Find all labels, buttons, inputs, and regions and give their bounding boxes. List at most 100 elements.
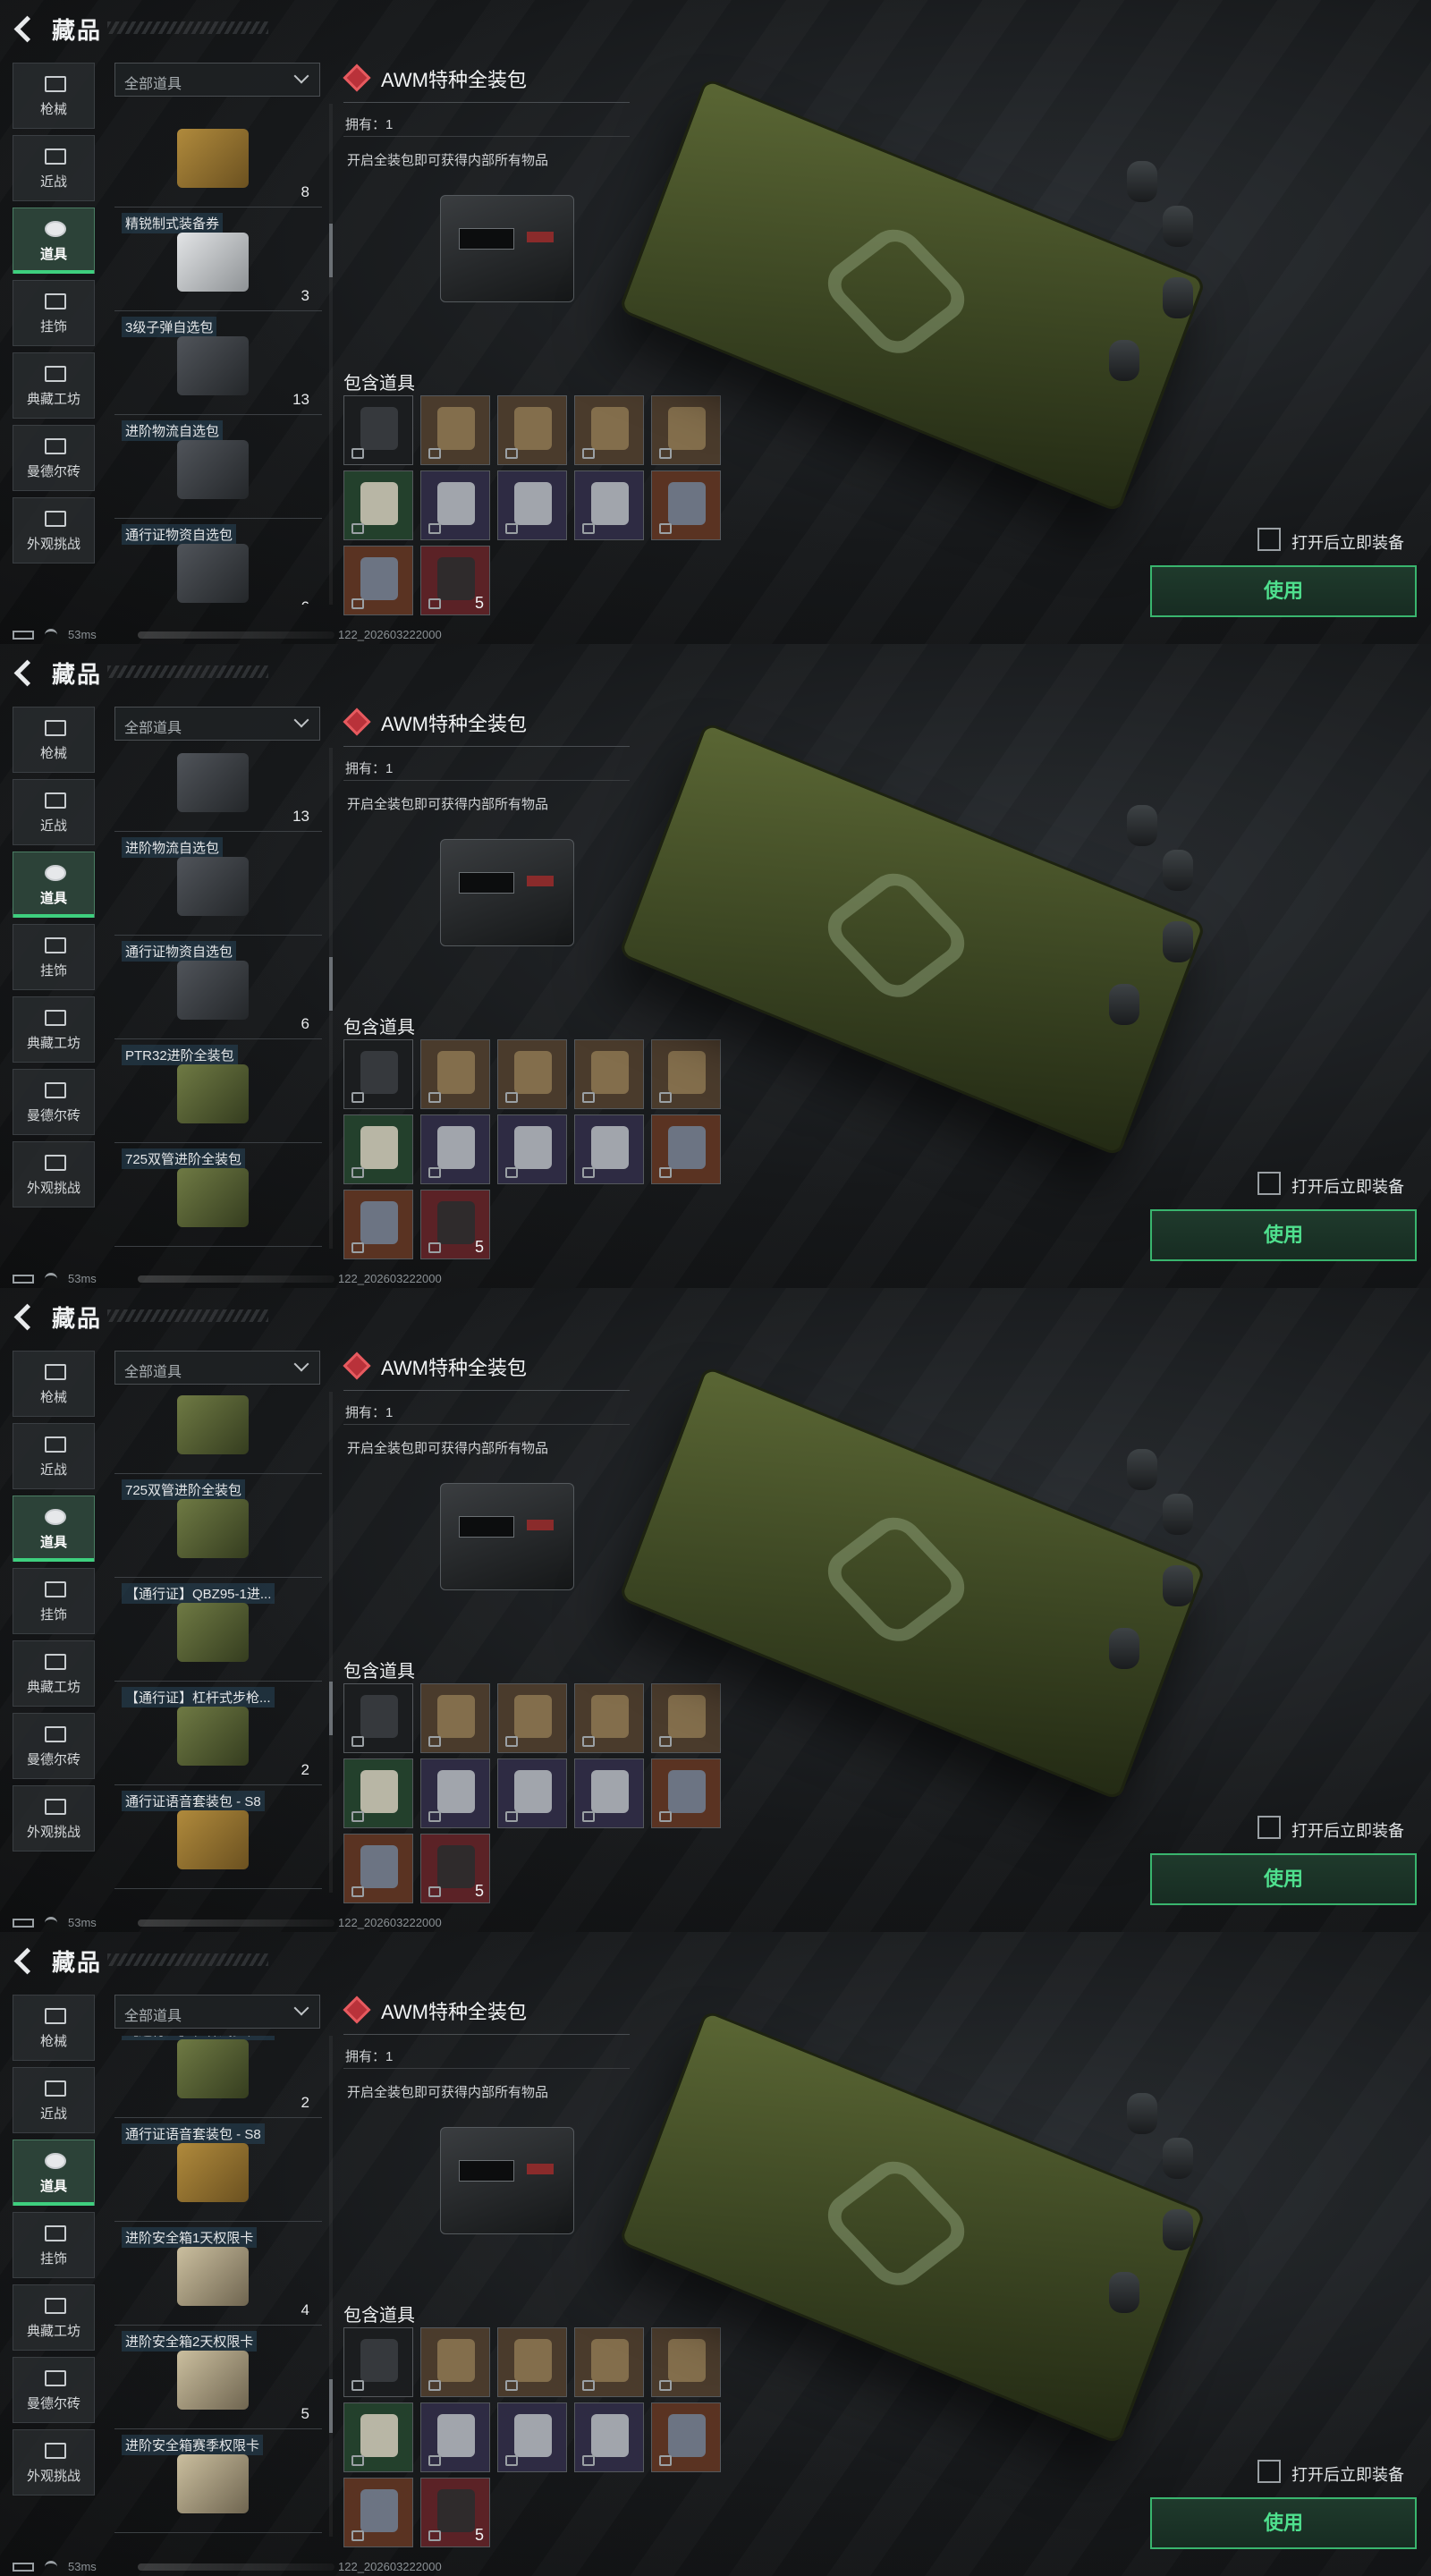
nav-item-3[interactable]: 道具 <box>13 852 95 918</box>
list-item[interactable]: 725双管进阶全装包 <box>114 1143 322 1247</box>
list-item[interactable]: 通行证语音套装包 - S8 <box>114 1785 322 1889</box>
list-scrollbar[interactable] <box>329 748 333 1249</box>
list-item[interactable]: 精锐制式装备券 3 <box>114 208 322 311</box>
nav-item-4[interactable]: 挂饰 <box>13 280 95 346</box>
contents-item[interactable] <box>574 1114 644 1184</box>
back-arrow-icon[interactable] <box>11 1945 41 1975</box>
list-scrollbar-thumb[interactable] <box>329 224 333 277</box>
equip-checkbox[interactable] <box>1257 1816 1281 1839</box>
list-item[interactable]: 725双管进阶全装包 <box>114 1474 322 1578</box>
equip-checkbox[interactable] <box>1257 2460 1281 2483</box>
list-item[interactable]: 进阶物流自选包 <box>114 832 322 936</box>
contents-item[interactable] <box>420 1114 490 1184</box>
filter-dropdown[interactable]: 全部道具 <box>114 63 320 97</box>
item-list[interactable]: 8 精锐制式装备券 3 3级子弹自选包 13 进阶物流自选包通行证物资自选包 6 <box>114 104 322 605</box>
item-list[interactable]: 725双管进阶全装包 【通行证】QBZ95-1进... 【通行证】杠杆式步枪... 2… <box>114 1392 322 1893</box>
contents-item[interactable] <box>574 395 644 465</box>
list-item[interactable]: 通行证物资自选包 6 <box>114 936 322 1039</box>
back-arrow-icon[interactable] <box>11 657 41 687</box>
nav-item-1[interactable]: 枪械 <box>13 1351 95 1417</box>
contents-item[interactable]: 5 <box>420 2478 490 2547</box>
contents-item[interactable] <box>574 2327 644 2397</box>
use-button[interactable]: 使用 <box>1150 2497 1417 2549</box>
filter-dropdown[interactable]: 全部道具 <box>114 707 320 741</box>
list-item[interactable]: 进阶安全箱赛季权限卡 <box>114 2429 322 2533</box>
contents-item[interactable] <box>420 1758 490 1828</box>
contents-item[interactable] <box>343 1114 413 1184</box>
list-item[interactable]: 进阶安全箱2天权限卡 5 <box>114 2326 322 2429</box>
list-scrollbar[interactable] <box>329 2036 333 2537</box>
contents-item[interactable] <box>574 470 644 540</box>
nav-item-4[interactable]: 挂饰 <box>13 924 95 990</box>
contents-item[interactable] <box>497 2327 567 2397</box>
list-item[interactable]: 进阶物流自选包 <box>114 415 322 519</box>
nav-item-6[interactable]: 曼德尔砖 <box>13 1069 95 1135</box>
list-item[interactable]: 【通行证】QBZ95-1进... <box>114 1578 322 1682</box>
contents-item[interactable] <box>497 1114 567 1184</box>
contents-item[interactable] <box>574 2402 644 2472</box>
nav-item-7[interactable]: 外观挑战 <box>13 1141 95 1208</box>
contents-item[interactable] <box>343 1190 413 1259</box>
nav-item-2[interactable]: 近战 <box>13 1423 95 1489</box>
nav-item-2[interactable]: 近战 <box>13 135 95 201</box>
nav-item-7[interactable]: 外观挑战 <box>13 2429 95 2496</box>
nav-item-6[interactable]: 曼德尔砖 <box>13 1713 95 1779</box>
list-item[interactable]: 进阶安全箱1天权限卡 <box>114 1889 322 1893</box>
list-scrollbar-thumb[interactable] <box>329 2379 333 2433</box>
equip-checkbox[interactable] <box>1257 528 1281 551</box>
contents-item[interactable] <box>574 1758 644 1828</box>
contents-item[interactable] <box>343 2478 413 2547</box>
contents-item[interactable] <box>497 470 567 540</box>
back-arrow-icon[interactable] <box>11 13 41 43</box>
contents-item[interactable] <box>497 1758 567 1828</box>
nav-item-1[interactable]: 枪械 <box>13 63 95 129</box>
list-item[interactable]: 【通行证】QBZ95-1进... <box>114 1247 322 1249</box>
list-item[interactable]: 【通行证】杠杆式步枪...2 <box>114 1682 322 1785</box>
nav-item-4[interactable]: 挂饰 <box>13 2212 95 2278</box>
list-item[interactable]: 通行证语音套装包 - S8 <box>114 2118 322 2222</box>
list-scrollbar-thumb[interactable] <box>329 957 333 1011</box>
nav-item-2[interactable]: 近战 <box>13 2067 95 2133</box>
contents-item[interactable] <box>420 2327 490 2397</box>
list-item[interactable]: 【通行证】杠杆式步枪...2 <box>114 2036 322 2118</box>
nav-item-5[interactable]: 典藏工坊 <box>13 996 95 1063</box>
contents-item[interactable] <box>343 470 413 540</box>
nav-item-7[interactable]: 外观挑战 <box>13 1785 95 1852</box>
list-item[interactable]: 3级子弹自选包 13 <box>114 311 322 415</box>
contents-item[interactable] <box>420 1039 490 1109</box>
nav-item-1[interactable]: 枪械 <box>13 1995 95 2061</box>
use-button[interactable]: 使用 <box>1150 565 1417 617</box>
contents-item[interactable]: 5 <box>420 1834 490 1903</box>
item-list[interactable]: 【通行证】杠杆式步枪...2通行证语音套装包 - S8进阶安全箱1天权限卡4进阶… <box>114 2036 322 2537</box>
contents-item[interactable] <box>343 1039 413 1109</box>
equip-checkbox[interactable] <box>1257 1172 1281 1195</box>
list-item[interactable]: 8 <box>114 104 322 208</box>
filter-dropdown[interactable]: 全部道具 <box>114 1995 320 2029</box>
nav-item-4[interactable]: 挂饰 <box>13 1568 95 1634</box>
contents-item[interactable] <box>343 1758 413 1828</box>
nav-item-5[interactable]: 典藏工坊 <box>13 1640 95 1707</box>
nav-item-2[interactable]: 近战 <box>13 779 95 845</box>
nav-item-5[interactable]: 典藏工坊 <box>13 352 95 419</box>
item-list[interactable]: 13 进阶物流自选包通行证物资自选包 6 PTR32进阶全装包 725双管进阶全装包【通… <box>114 748 322 1249</box>
nav-item-3[interactable]: 道具 <box>13 2140 95 2206</box>
contents-item[interactable]: 5 <box>420 1190 490 1259</box>
nav-item-7[interactable]: 外观挑战 <box>13 497 95 564</box>
contents-item[interactable] <box>343 546 413 615</box>
contents-item[interactable] <box>574 1039 644 1109</box>
use-button[interactable]: 使用 <box>1150 1209 1417 1261</box>
nav-item-3[interactable]: 道具 <box>13 208 95 274</box>
contents-item[interactable] <box>574 1683 644 1753</box>
contents-item[interactable] <box>343 2402 413 2472</box>
back-arrow-icon[interactable] <box>11 1301 41 1331</box>
contents-item[interactable] <box>420 395 490 465</box>
contents-item[interactable] <box>343 1683 413 1753</box>
nav-item-1[interactable]: 枪械 <box>13 707 95 773</box>
list-scrollbar[interactable] <box>329 1392 333 1893</box>
contents-item[interactable] <box>497 1683 567 1753</box>
list-item[interactable]: PTR32进阶全装包 <box>114 1039 322 1143</box>
contents-item[interactable] <box>343 395 413 465</box>
list-item[interactable]: 进阶安全箱1天权限卡 4 <box>114 2222 322 2326</box>
contents-item[interactable] <box>497 2402 567 2472</box>
nav-item-6[interactable]: 曼德尔砖 <box>13 425 95 491</box>
